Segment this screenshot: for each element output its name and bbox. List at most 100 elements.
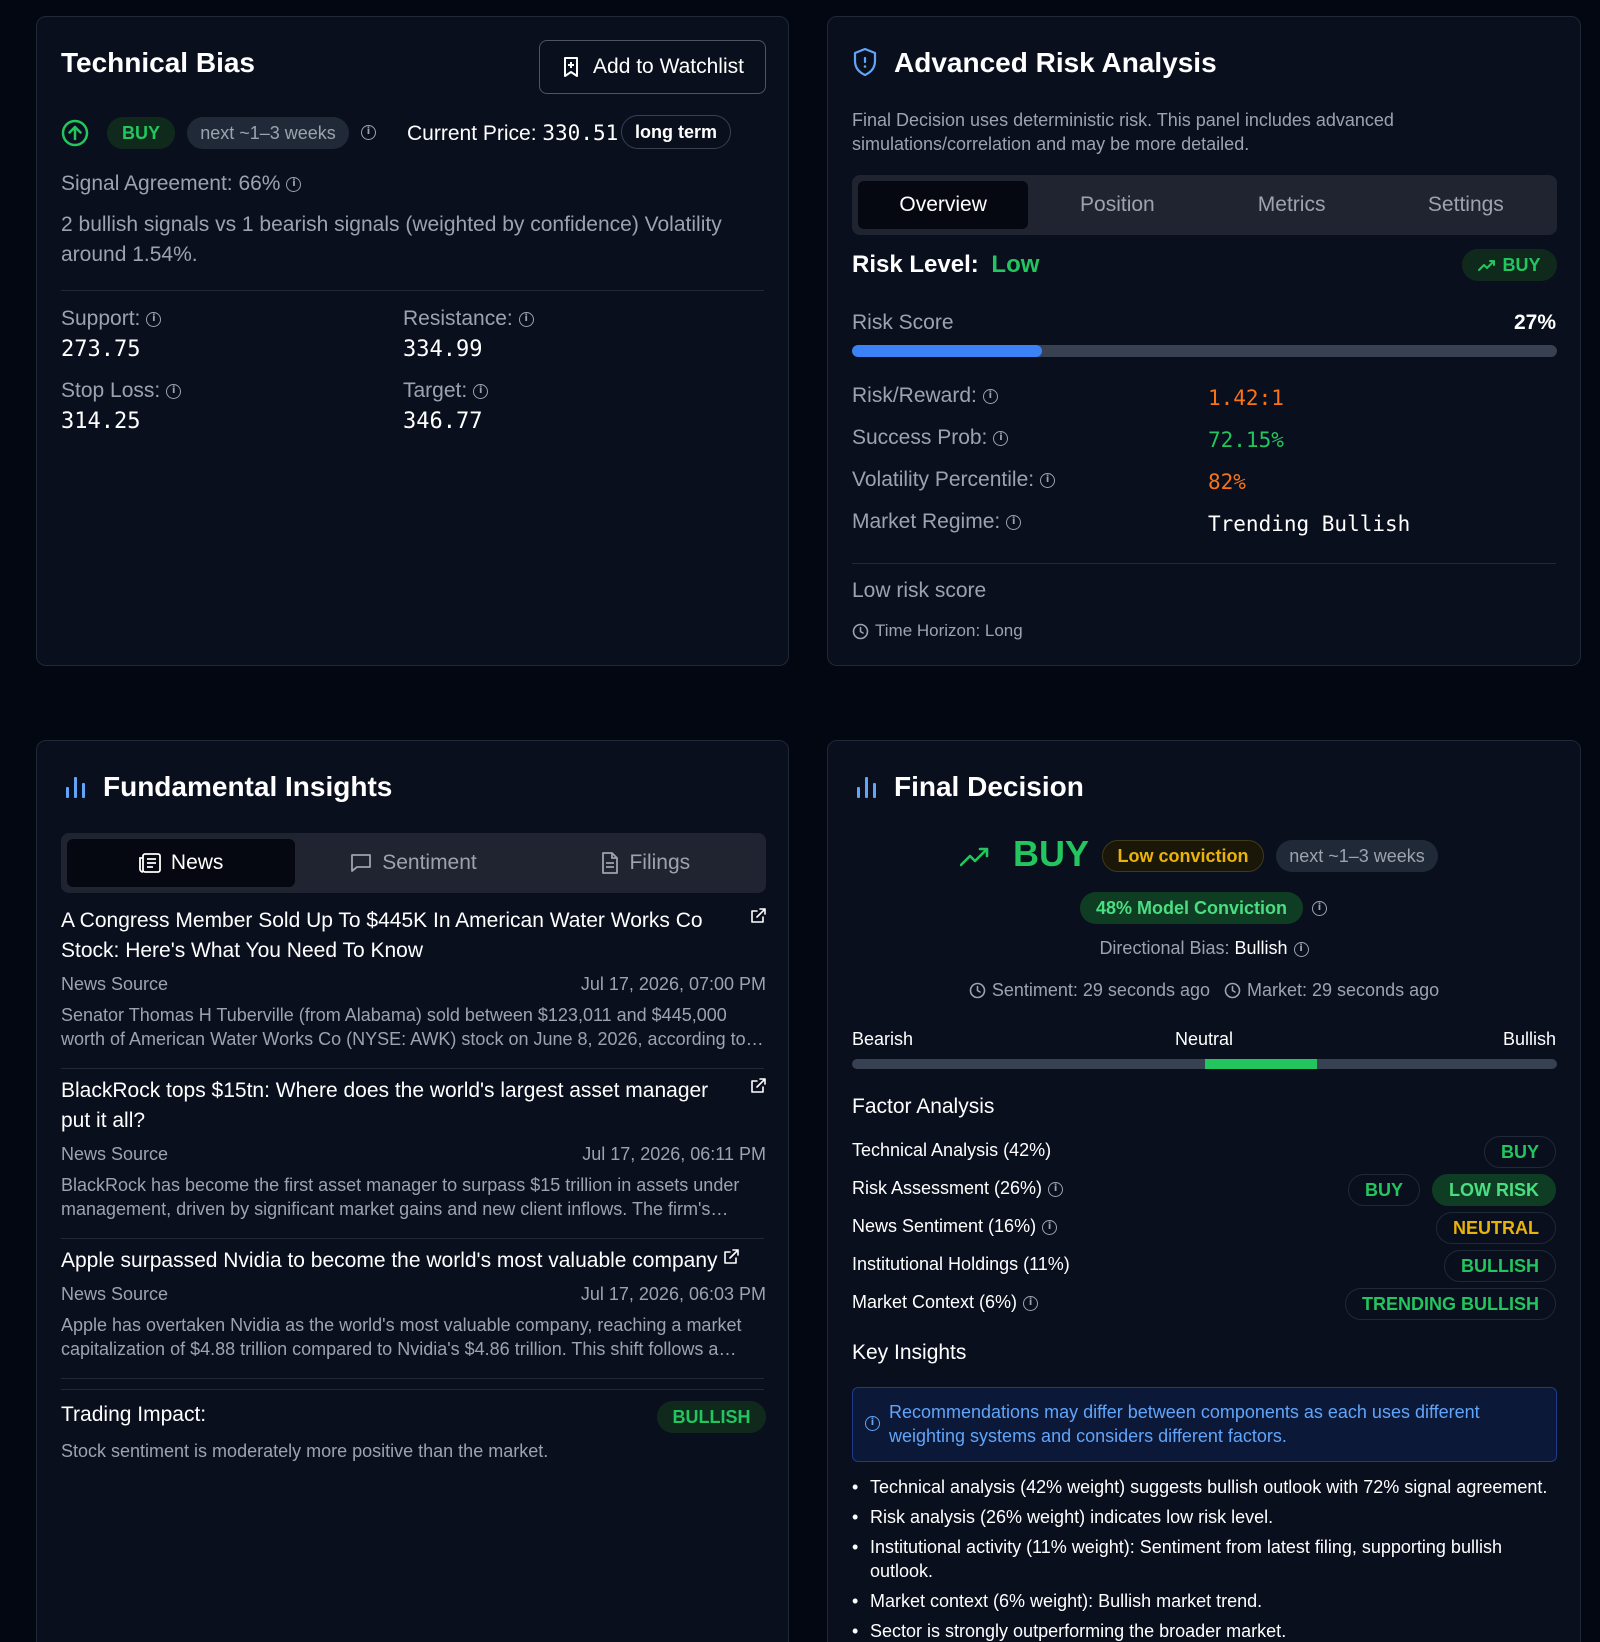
signal-badge: BUY [107,117,175,149]
target-level: Target: i 346.77 [403,379,489,434]
divider [61,1378,764,1379]
tab-position[interactable]: Position [1032,181,1202,229]
bar-chart-icon [66,777,85,798]
info-icon[interactable]: i [993,430,1009,446]
factor-label: Technical Analysis (42%) [852,1140,1052,1160]
news-item[interactable]: BlackRock tops $15tn: Where does the wor… [61,1076,766,1221]
support-value: 273.75 [61,337,141,362]
advanced-risk-card: Advanced Risk Analysis Final Decision us… [827,16,1581,666]
factor-badge: BUY [1347,1174,1420,1206]
info-icon[interactable]: i [1006,514,1022,530]
add-to-watchlist-button[interactable]: Add to Watchlist [539,40,766,94]
target-label: Target: [403,379,468,402]
directional-bias-label: Directional Bias: [1099,938,1230,958]
signal-summary: 2 bullish signals vs 1 bearish signals (… [61,213,722,266]
tab-overview[interactable]: Overview [858,181,1029,229]
factor-badge: NEUTRAL [1436,1212,1556,1244]
info-icon[interactable]: i [361,125,376,140]
external-link-icon[interactable] [750,1078,766,1094]
directional-bias-value: Bullish [1234,938,1288,958]
tab-filings[interactable]: Filings [532,839,760,887]
risk-footer-title: Low risk score [852,579,987,602]
metric-risk-reward: Risk/Reward: i 1.42:1 [852,384,1556,416]
info-icon[interactable]: i [286,176,302,192]
risk-score-bar [852,345,1557,357]
news-title[interactable]: A Congress Member Sold Up To $445K In Am… [61,906,711,966]
news-title[interactable]: Apple surpassed Nvidia to become the wor… [61,1246,766,1276]
time-horizon-text: Time Horizon: Long [875,621,1023,640]
insight-item: Sector is strongly outperforming the bro… [852,1619,1556,1642]
factor-row-technical: Technical Analysis (42%) BUY [852,1136,1556,1168]
risk-level-value: Low [991,251,1040,278]
insights-notice: i Recommendations may differ between com… [852,1387,1557,1462]
insight-item: Risk analysis (26% weight) indicates low… [852,1505,1556,1529]
external-link-icon[interactable] [723,1249,740,1265]
fundamentals-title: Fundamental Insights [103,771,393,802]
metric-market-regime: Market Regime: i Trending Bullish [852,510,1556,542]
divider [852,563,1556,564]
market-time: Market: 29 seconds ago [1224,980,1439,1001]
time-horizon: Time Horizon: Long [852,621,1023,641]
divider [61,1238,764,1239]
external-link-icon[interactable] [750,908,766,924]
factor-label: Risk Assessment (26%) [852,1178,1043,1198]
update-times: Sentiment: 29 seconds ago Market: 29 sec… [828,980,1580,1001]
technical-bias-card: Technical Bias Add to Watchlist BUY next… [36,16,789,666]
info-icon[interactable]: i [518,311,534,327]
info-icon[interactable]: i [1040,472,1056,488]
news-item[interactable]: A Congress Member Sold Up To $445K In Am… [61,906,766,1051]
factor-label: Institutional Holdings (11%) [852,1254,1070,1274]
risk-score-fill [852,345,1043,357]
shield-icon [853,47,877,77]
risk-tabs: Overview Position Metrics Settings [852,175,1557,235]
info-icon[interactable]: i [473,383,489,399]
resistance-label: Resistance: [403,307,513,330]
news-source: News Source [61,974,169,994]
add-to-watchlist-label: Add to Watchlist [593,55,744,78]
technical-bias-title: Technical Bias [61,47,256,78]
risk-level: Risk Level: Low [852,251,1039,279]
factor-badge: BULLISH [1444,1250,1556,1282]
tab-news-label: News [170,851,224,874]
info-icon[interactable]: i [1048,1181,1064,1197]
factor-label: Market Context (6%) [852,1292,1018,1312]
tab-settings[interactable]: Settings [1381,181,1551,229]
final-decision-title: Final Decision [894,771,1084,802]
news-title[interactable]: BlackRock tops $15tn: Where does the wor… [61,1076,711,1136]
info-icon[interactable]: i [166,383,182,399]
trading-impact-label: Trading Impact: [61,1403,207,1426]
current-price: Current Price: 330.51 [407,121,618,146]
tab-sentiment[interactable]: Sentiment [299,839,527,887]
info-icon[interactable]: i [1312,901,1327,916]
info-icon[interactable]: i [982,388,998,404]
factor-row-market: Market Context (6%) i TRENDING BULLISH [852,1288,1556,1320]
fundamental-insights-card: Fundamental Insights News Sentiment Fili… [36,740,789,1642]
file-text-icon [602,852,619,874]
resistance-value: 334.99 [403,337,483,362]
market-time-text: Market: 29 seconds ago [1247,980,1440,1000]
tab-metrics[interactable]: Metrics [1207,181,1377,229]
message-icon [351,854,372,872]
risk-level-label: Risk Level: [852,251,979,278]
horizon-badge: next ~1–3 weeks [1276,840,1438,872]
conviction-badge: Low conviction [1102,840,1264,872]
tab-news[interactable]: News [67,839,296,887]
metric-value: 82% [1208,470,1246,494]
arrow-up-circle-icon [61,119,89,147]
info-icon[interactable]: i [1293,941,1309,957]
stop-loss-value: 314.25 [61,409,141,434]
info-icon[interactable]: i [1023,1295,1039,1311]
tab-filings-label: Filings [629,851,691,874]
signal-agreement: Signal Agreement: 66% i [61,172,302,196]
info-icon[interactable]: i [1042,1219,1058,1235]
news-item[interactable]: Apple surpassed Nvidia to become the wor… [61,1246,766,1361]
insights-notice-text: Recommendations may differ between compo… [889,1402,1480,1446]
factor-row-institutional: Institutional Holdings (11%) BULLISH [852,1250,1556,1282]
news-body: Senator Thomas H Tuberville (from Alabam… [61,1005,746,1049]
target-value: 346.77 [403,409,483,434]
news-date: Jul 17, 2026, 07:00 PM [580,974,766,994]
factor-badge: LOW RISK [1432,1174,1556,1206]
metric-label: Volatility Percentile: [852,468,1035,491]
info-icon[interactable]: i [146,311,162,327]
support-level: Support: i 273.75 [61,307,162,362]
